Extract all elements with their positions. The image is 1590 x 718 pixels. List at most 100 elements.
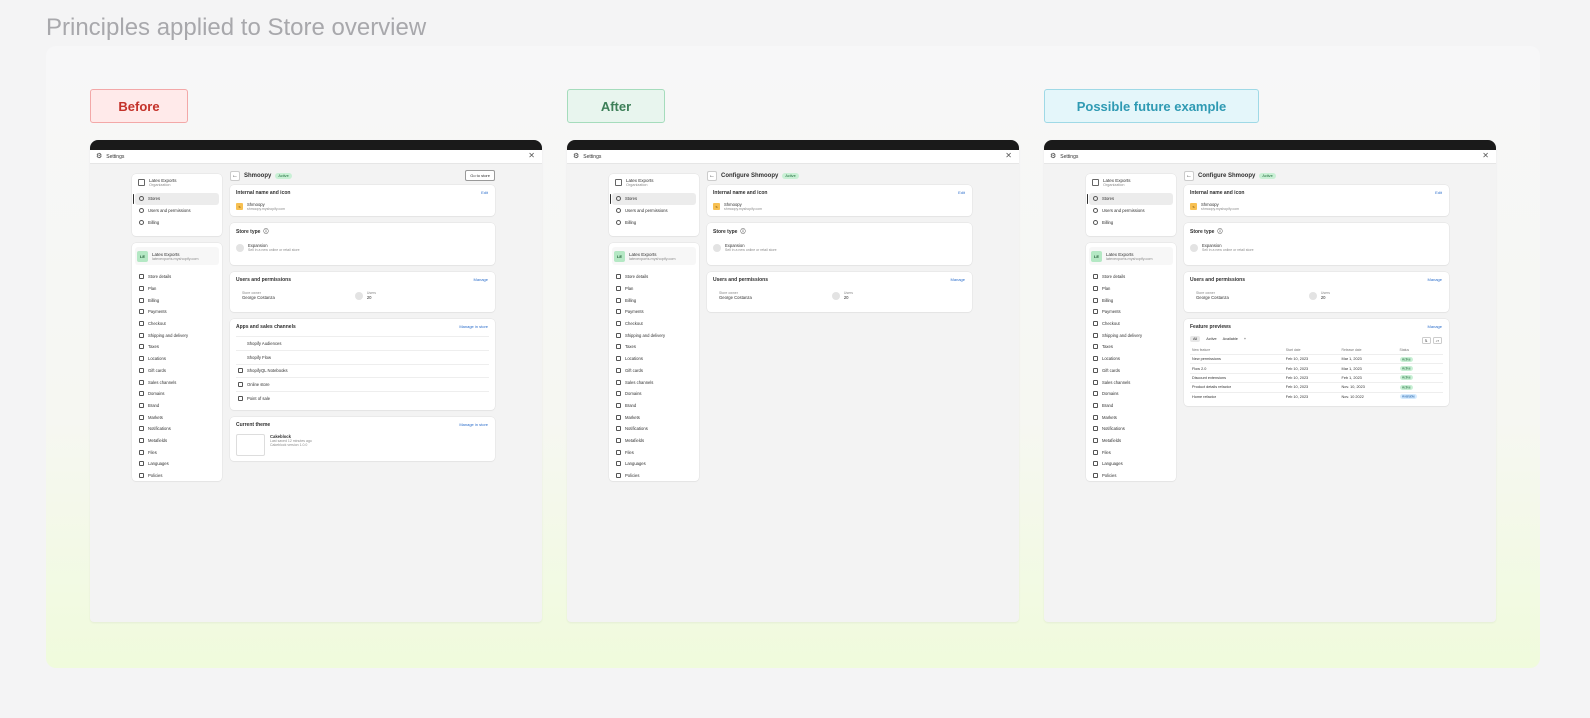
close-icon[interactable]: ✕ [1005, 152, 1012, 160]
sidebar-item-shipping[interactable]: Shipping and delivery [135, 329, 219, 341]
store-header[interactable]: LE Latex Exports latexexports.myshopify.c… [612, 247, 696, 265]
sidebar-item-store-details[interactable]: Store details [1089, 271, 1173, 283]
sidebar-item-languages[interactable]: Languages [1089, 458, 1173, 470]
sidebar-item-locations[interactable]: Locations [135, 353, 219, 365]
sidebar-item-checkout[interactable]: Checkout [1089, 318, 1173, 330]
sidebar-item-shipping[interactable]: Shipping and delivery [612, 329, 696, 341]
sidebar-item-sales-channels[interactable]: Sales channels [135, 376, 219, 388]
table-row[interactable]: Flow 2.0 Feb 10, 2023 Mar 1, 2023 Active [1190, 363, 1443, 374]
back-arrow-icon[interactable]: ← [707, 171, 717, 181]
close-icon[interactable]: ✕ [1482, 152, 1489, 160]
table-row[interactable]: Product details refactor Feb 10, 2023 No… [1190, 382, 1443, 392]
sidebar-item-payments[interactable]: Payments [1089, 306, 1173, 318]
sort-icon[interactable]: ⇅ [1421, 337, 1431, 344]
edit-link[interactable]: Edit [481, 190, 488, 195]
manage-link[interactable]: Manage [1428, 277, 1442, 282]
sidebar-item-markets[interactable]: Markets [612, 411, 696, 423]
sidebar-item-stores[interactable]: Stores [610, 193, 696, 205]
sidebar-item-users[interactable]: Users and permissions [612, 205, 696, 217]
app-item[interactable]: Shopify Flow [236, 349, 489, 364]
back-arrow-icon[interactable]: ← [230, 171, 240, 181]
table-row[interactable]: Home refactor Feb 10, 2023 Nov. 10 2022 … [1190, 391, 1443, 401]
filter-tab-active[interactable]: Active [1206, 337, 1216, 341]
app-item[interactable]: ShopifyQL Notebooks [236, 363, 489, 378]
go-to-store-button[interactable]: Go to store [465, 170, 495, 181]
sidebar-item-files[interactable]: Files [135, 446, 219, 458]
filter-tab-available[interactable]: Available [1223, 337, 1238, 341]
manage-theme-link[interactable]: Manage in store [459, 422, 488, 427]
sidebar-item-store-details[interactable]: Store details [612, 271, 696, 283]
sidebar-item-policies[interactable]: Policies [1089, 470, 1173, 482]
sidebar-item-stores[interactable]: Stores [133, 193, 219, 205]
sidebar-item-users[interactable]: Users and permissions [135, 205, 219, 217]
sidebar-item-billing[interactable]: Billing [135, 294, 219, 306]
sidebar-item-billing[interactable]: Billing [612, 216, 696, 228]
sidebar-item-policies[interactable]: Policies [135, 470, 219, 482]
sidebar-item-plan[interactable]: Plan [1089, 283, 1173, 295]
sidebar-item-taxes[interactable]: Taxes [135, 341, 219, 353]
org-header[interactable]: Latex Exports Organization [612, 178, 696, 187]
manage-link[interactable]: Manage [951, 277, 965, 282]
sidebar-item-taxes[interactable]: Taxes [1089, 341, 1173, 353]
sidebar-item-files[interactable]: Files [1089, 446, 1173, 458]
sidebar-item-shipping[interactable]: Shipping and delivery [1089, 329, 1173, 341]
store-header[interactable]: LE Latex Exports latexexports.myshopify.c… [1089, 247, 1173, 265]
sidebar-item-brand[interactable]: Brand [612, 400, 696, 412]
sidebar-item-domains[interactable]: Domains [612, 388, 696, 400]
sidebar-item-metafields[interactable]: Metafields [1089, 435, 1173, 447]
sidebar-item-users[interactable]: Users and permissions [1089, 205, 1173, 217]
sidebar-item-languages[interactable]: Languages [612, 458, 696, 470]
edit-link[interactable]: Edit [1435, 190, 1442, 195]
sidebar-item-billing[interactable]: Billing [612, 294, 696, 306]
sidebar-item-languages[interactable]: Languages [135, 458, 219, 470]
org-header[interactable]: Latex Exports Organization [135, 178, 219, 187]
sidebar-item-brand[interactable]: Brand [135, 400, 219, 412]
sidebar-item-billing[interactable]: Billing [135, 216, 219, 228]
sidebar-item-metafields[interactable]: Metafields [135, 435, 219, 447]
info-icon[interactable]: ⓘ [263, 228, 268, 235]
manage-link[interactable]: Manage [1428, 324, 1442, 329]
table-row[interactable]: New permissions Feb 10, 2023 Mar 1, 2023… [1190, 353, 1443, 364]
info-icon[interactable]: ⓘ [740, 228, 745, 235]
app-item[interactable]: Online store [236, 377, 489, 391]
sidebar-item-gift-cards[interactable]: Gift cards [1089, 365, 1173, 377]
app-item[interactable]: Shopify Audiences [236, 336, 489, 350]
sidebar-item-files[interactable]: Files [612, 446, 696, 458]
sidebar-item-plan[interactable]: Plan [135, 283, 219, 295]
sidebar-item-notifications[interactable]: Notifications [1089, 423, 1173, 435]
sidebar-item-store-details[interactable]: Store details [135, 271, 219, 283]
sidebar-item-markets[interactable]: Markets [135, 411, 219, 423]
sidebar-item-notifications[interactable]: Notifications [135, 423, 219, 435]
store-header[interactable]: LE Latex Exports latexexports.myshopify.c… [135, 247, 219, 265]
sidebar-item-stores[interactable]: Stores [1087, 193, 1173, 205]
sidebar-item-gift-cards[interactable]: Gift cards [612, 365, 696, 377]
filter-tab-all[interactable]: All [1190, 336, 1201, 342]
manage-link[interactable]: Manage [474, 277, 488, 282]
sidebar-item-billing[interactable]: Billing [1089, 216, 1173, 228]
sidebar-item-metafields[interactable]: Metafields [612, 435, 696, 447]
manage-in-store-link[interactable]: Manage in store [459, 324, 488, 329]
close-icon[interactable]: ✕ [528, 152, 535, 160]
sidebar-item-payments[interactable]: Payments [135, 306, 219, 318]
sidebar-item-locations[interactable]: Locations [612, 353, 696, 365]
sidebar-item-markets[interactable]: Markets [1089, 411, 1173, 423]
search-filter-icon[interactable]: ⌕▾ [1432, 337, 1442, 344]
sidebar-item-checkout[interactable]: Checkout [135, 318, 219, 330]
app-item[interactable]: Point of sale [236, 391, 489, 405]
org-header[interactable]: Latex Exports Organization [1089, 178, 1173, 187]
sidebar-item-policies[interactable]: Policies [612, 470, 696, 482]
sidebar-item-taxes[interactable]: Taxes [612, 341, 696, 353]
sidebar-item-locations[interactable]: Locations [1089, 353, 1173, 365]
sidebar-item-sales-channels[interactable]: Sales channels [612, 376, 696, 388]
sidebar-item-domains[interactable]: Domains [135, 388, 219, 400]
sidebar-item-billing[interactable]: Billing [1089, 294, 1173, 306]
add-filter-icon[interactable]: + [1244, 337, 1246, 341]
table-row[interactable]: Discount extensions Feb 10, 2023 Feb 1, … [1190, 372, 1443, 383]
sidebar-item-gift-cards[interactable]: Gift cards [135, 365, 219, 377]
sidebar-item-plan[interactable]: Plan [612, 283, 696, 295]
sidebar-item-domains[interactable]: Domains [1089, 388, 1173, 400]
sidebar-item-sales-channels[interactable]: Sales channels [1089, 376, 1173, 388]
sidebar-item-checkout[interactable]: Checkout [612, 318, 696, 330]
sidebar-item-payments[interactable]: Payments [612, 306, 696, 318]
edit-link[interactable]: Edit [958, 190, 965, 195]
